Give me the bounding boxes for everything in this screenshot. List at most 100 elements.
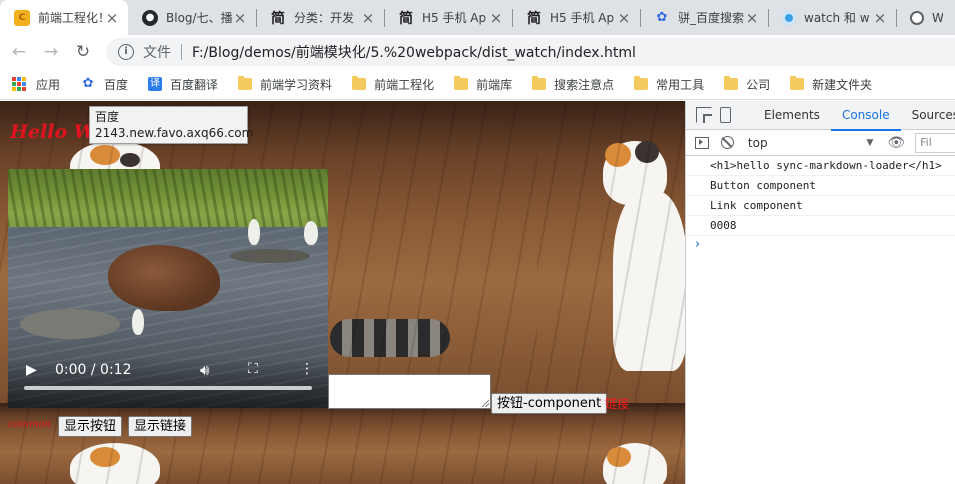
tab-h5-app-1[interactable]: 简 H5 手机 Ap ×	[384, 0, 512, 35]
show-sidebar-icon[interactable]	[695, 136, 709, 149]
video-progress-bar[interactable]	[24, 386, 312, 390]
show-link-button[interactable]: 显示链接	[128, 416, 193, 437]
filter-input[interactable]: Fil	[915, 132, 955, 153]
close-icon[interactable]: ×	[872, 10, 888, 26]
close-icon[interactable]: ×	[360, 10, 376, 26]
bookmark-label: 应用	[36, 77, 61, 92]
scheme-label: 文件	[143, 45, 171, 61]
cat-tail	[330, 319, 450, 357]
folder-icon	[454, 76, 469, 90]
devtools-panel: Elements Console Sources top ▼ 👁︎ Fil <h…	[685, 101, 955, 484]
video-frame-rock	[230, 249, 310, 263]
divider	[181, 44, 182, 60]
page-viewport: Hello W ▶ 0:00 / 0:12 🔊︎ ⛶ ⋮ 百度 2143.new…	[0, 101, 685, 484]
bookmark-label: 常用工具	[656, 77, 705, 92]
bookmark-folder-frontend-engineering[interactable]: 前端工程化	[352, 72, 434, 96]
bookmark-folder-search-notes[interactable]: 搜索注意点	[532, 72, 614, 96]
back-button[interactable]: ←	[6, 39, 32, 65]
context-selector[interactable]: top ▼	[748, 132, 877, 154]
bookmark-folder-frontend-materials[interactable]: 前端学习资料	[238, 72, 332, 96]
volume-icon[interactable]: 🔊︎	[200, 361, 209, 379]
device-toolbar-icon[interactable]	[720, 107, 731, 123]
bookmark-folder-tools[interactable]: 常用工具	[634, 72, 704, 96]
folder-icon	[352, 76, 367, 90]
video-frame-grass	[8, 169, 328, 231]
tab-sources[interactable]: Sources	[901, 101, 955, 130]
tab-title: 骈_百度搜索	[678, 11, 745, 25]
bookmarks-bar: 应用 ✿ 百度 译 百度翻译 前端学习资料 前端工程化 前端库 搜索注意点 常用…	[0, 69, 955, 100]
video-player[interactable]: ▶ 0:00 / 0:12 🔊︎ ⛶ ⋮	[8, 169, 328, 408]
close-icon[interactable]: ×	[232, 10, 248, 26]
info-icon[interactable]: i	[118, 44, 134, 60]
eye-icon[interactable]: 👁︎	[887, 135, 905, 151]
bookmark-folder-new[interactable]: 新建文件夹	[790, 72, 872, 96]
console-prompt[interactable]: ›	[686, 236, 955, 254]
common-text: common	[8, 419, 52, 430]
browser-toolbar: ← → ↻ i 文件 F:/Blog/demos/前端模块化/5.%20webp…	[0, 35, 955, 69]
forward-button[interactable]: →	[38, 39, 64, 65]
tab-elements[interactable]: Elements	[753, 101, 831, 130]
video-frame-gull	[304, 221, 318, 245]
bookmark-label: 百度	[104, 77, 129, 92]
bookmark-label: 搜索注意点	[554, 77, 615, 92]
tab-title: We	[932, 10, 943, 25]
link-component[interactable]: 链接	[605, 395, 629, 412]
reload-button[interactable]: ↻	[70, 39, 96, 65]
clear-console-icon[interactable]	[720, 136, 734, 149]
cat-figure	[597, 439, 677, 484]
baidu-paw-icon: ✿	[82, 76, 94, 91]
bookmark-label: 公司	[746, 77, 771, 92]
globe-icon	[910, 10, 924, 25]
log-line: <h1>hello sync-markdown-loader</h1>	[686, 156, 955, 176]
text-area[interactable]	[328, 374, 491, 409]
play-icon[interactable]: ▶	[26, 362, 37, 378]
url-text[interactable]: F:/Blog/demos/前端模块化/5.%20webpack/dist_wa…	[192, 42, 636, 62]
tab-category[interactable]: 简 分类：开发 ×	[256, 0, 384, 35]
close-icon[interactable]: ×	[744, 10, 760, 26]
close-icon[interactable]: ×	[104, 10, 120, 26]
jianshu-icon: 简	[271, 10, 285, 27]
folder-icon	[634, 76, 649, 90]
bookmark-baidu[interactable]: ✿ 百度	[80, 72, 128, 96]
tab-we[interactable]: We	[896, 0, 943, 35]
background-cat-image	[537, 101, 685, 403]
button-component[interactable]: 按钮-component	[491, 393, 608, 414]
tab-watch[interactable]: watch 和 w ×	[768, 0, 896, 35]
tab-console[interactable]: Console	[830, 101, 901, 131]
bookmark-label: 百度翻译	[170, 77, 219, 92]
video-frame-gull	[248, 219, 260, 245]
show-button-button[interactable]: 显示按钮	[58, 416, 123, 437]
bookmark-apps[interactable]: 应用	[12, 72, 60, 96]
hello-heading: Hello W	[10, 121, 96, 143]
tab-h5-app-2[interactable]: 简 H5 手机 Ap ×	[512, 0, 640, 35]
close-icon[interactable]: ×	[616, 10, 632, 26]
folder-icon	[532, 76, 547, 90]
bookmark-folder-company[interactable]: 公司	[724, 72, 770, 96]
folder-icon	[790, 76, 805, 90]
bookmark-folder-frontend-libs[interactable]: 前端库	[454, 72, 512, 96]
reload-icon: ↻	[75, 42, 91, 62]
jianshu-icon: 简	[399, 10, 413, 27]
more-options-icon[interactable]: ⋮	[300, 361, 314, 377]
cat-figure	[595, 131, 685, 371]
tab-baidu-search[interactable]: ✿ 骈_百度搜索 ×	[640, 0, 768, 35]
bookmark-label: 前端库	[476, 77, 513, 92]
tab-title: 分类：开发	[294, 11, 355, 25]
tab-blog[interactable]: ● Blog/七、播 ×	[128, 0, 256, 35]
close-icon[interactable]: ×	[488, 10, 504, 26]
link-tooltip: 百度 2143.new.favo.axq66.com	[89, 106, 253, 144]
fanyi-icon: 译	[148, 77, 163, 91]
bookmark-baidu-fanyi[interactable]: 译 百度翻译	[148, 72, 218, 96]
fullscreen-icon[interactable]: ⛶	[248, 361, 258, 377]
watch-icon	[782, 10, 796, 25]
inspect-element-icon[interactable]	[696, 107, 712, 123]
devtools-tabbar: Elements Console Sources	[686, 101, 955, 131]
tab-frontend-engineering[interactable]: C 前端工程化！ ×	[0, 0, 128, 35]
address-bar[interactable]: i 文件 F:/Blog/demos/前端模块化/5.%20webpack/di…	[106, 38, 955, 66]
log-line: 0008	[686, 216, 955, 236]
video-frame-rock	[20, 309, 120, 339]
tab-title: watch 和 w	[804, 11, 870, 25]
log-line: Button component	[686, 176, 955, 196]
tooltip-title: 百度	[95, 110, 120, 124]
log-line: Link component	[686, 196, 955, 216]
